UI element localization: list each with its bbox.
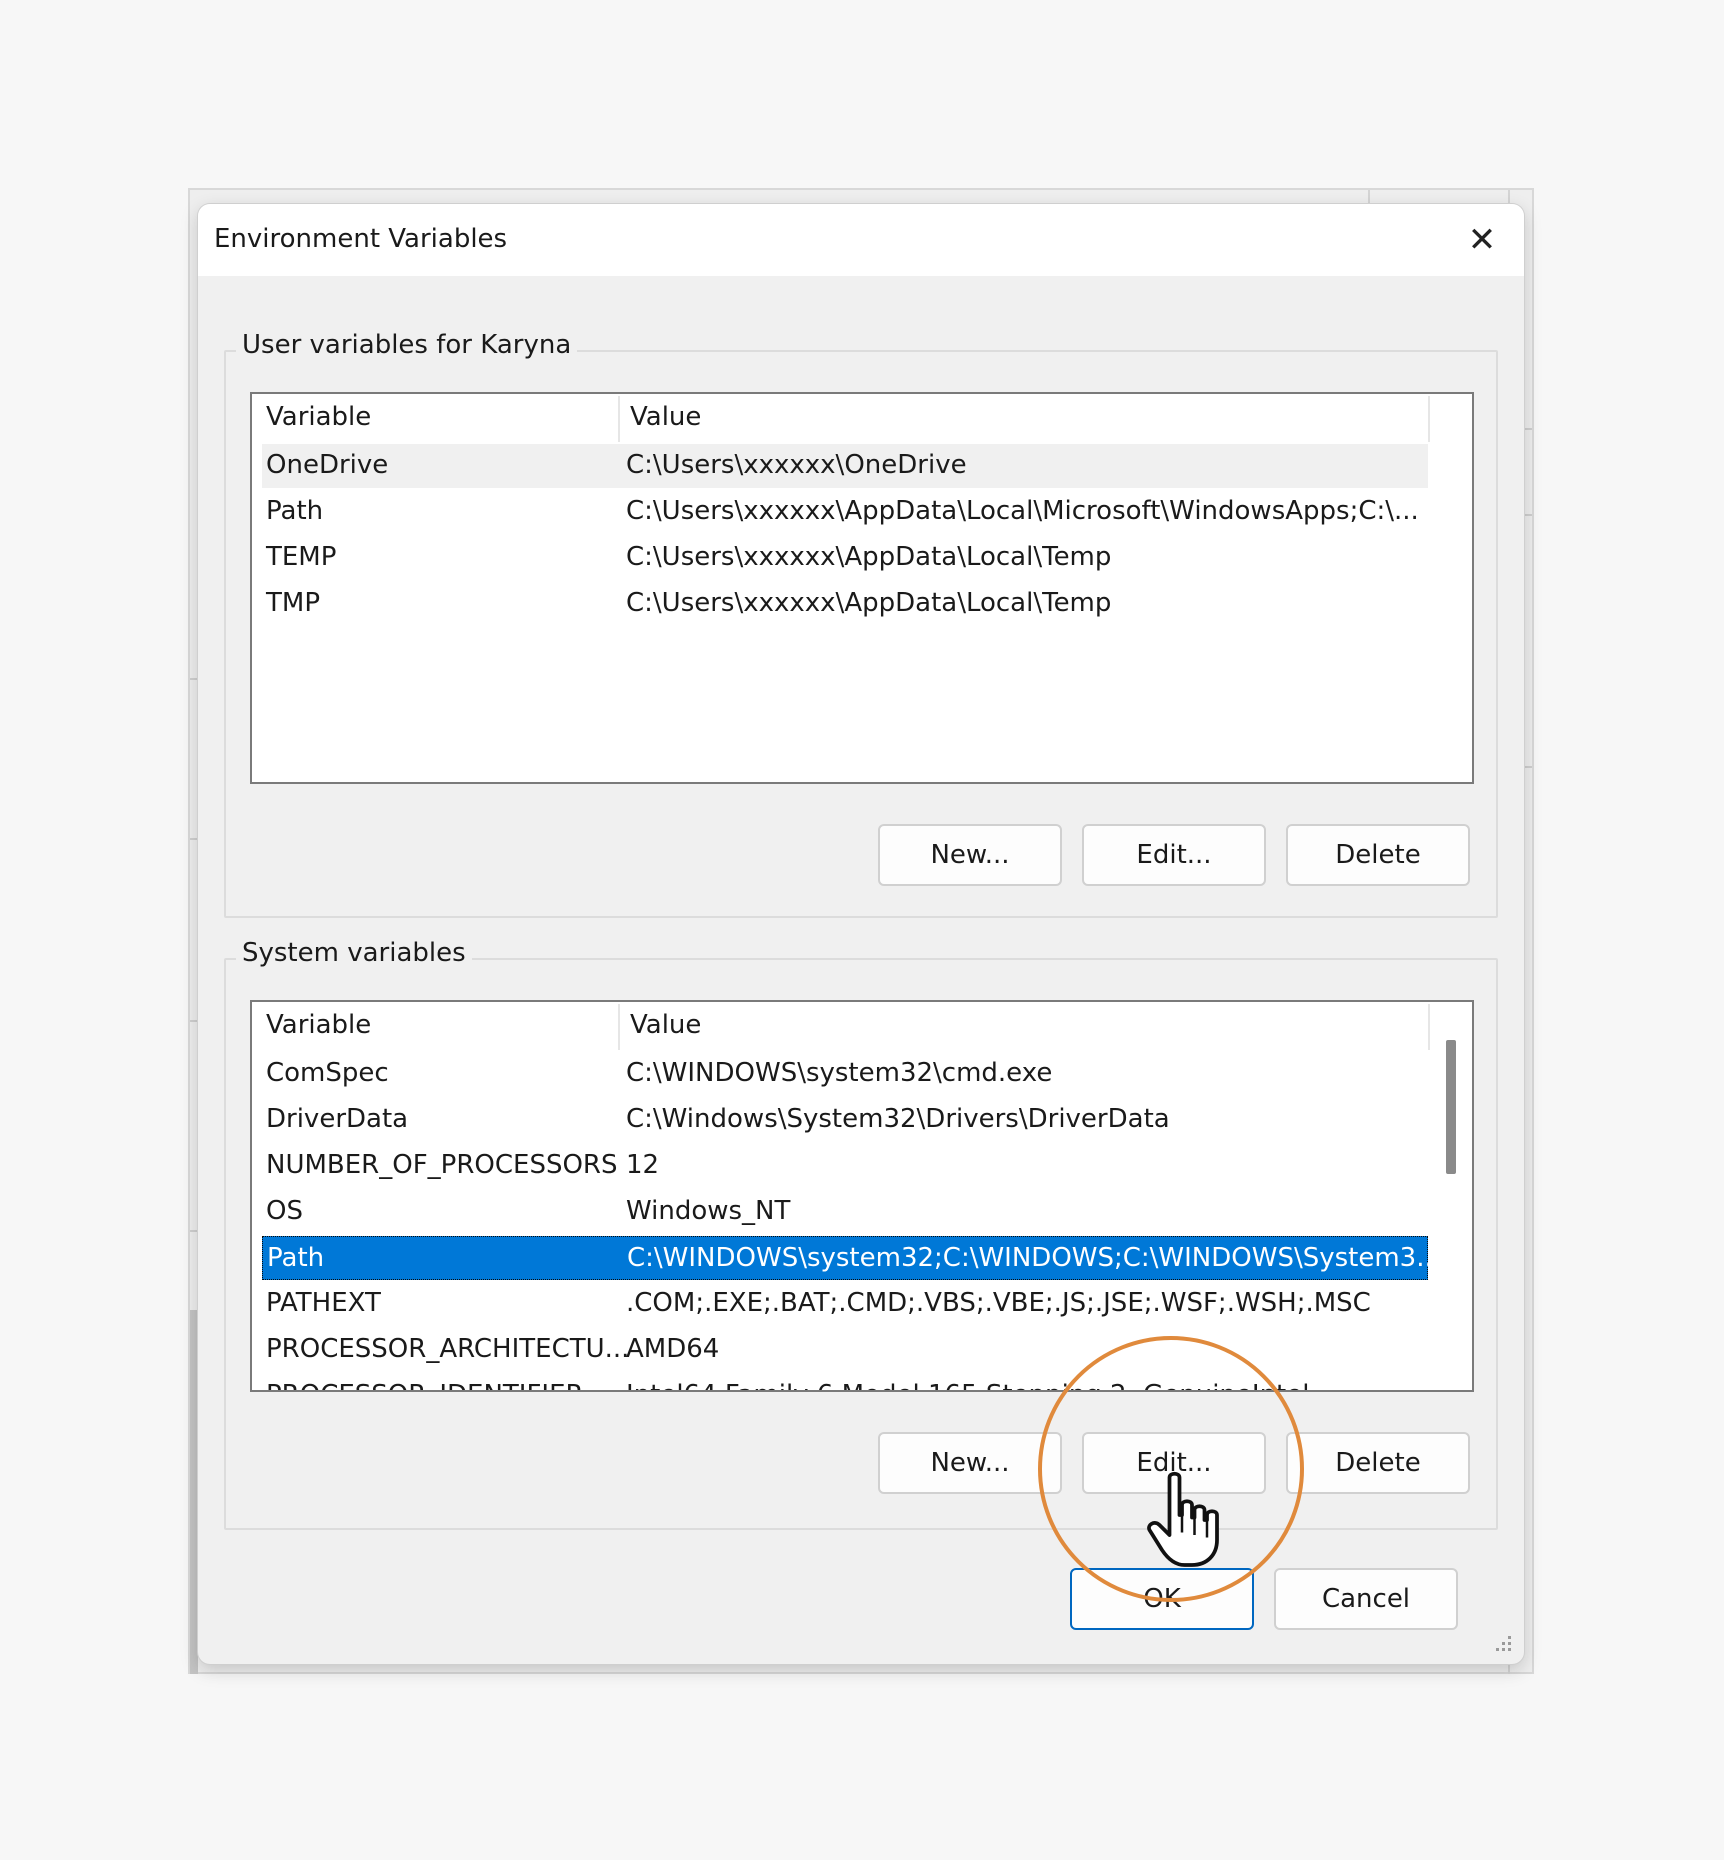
variable-value: 12 (626, 1150, 660, 1180)
screenshot-card: Environment Variables ✕ User variables f… (0, 0, 1724, 1860)
variable-name: OneDrive (266, 450, 389, 480)
resize-grip-icon[interactable] (1490, 1630, 1514, 1654)
vertical-scrollbar[interactable] (1442, 1008, 1458, 1326)
variable-value: C:\WINDOWS\system32;C:\WINDOWS;C:\WINDOW… (627, 1243, 1441, 1273)
environment-variables-dialog: Environment Variables ✕ User variables f… (198, 204, 1524, 1664)
column-header-variable[interactable]: Variable (266, 1010, 371, 1040)
variable-value: C:\Users\xxxxxx\AppData\Local\Temp (626, 542, 1112, 572)
variable-name: DriverData (266, 1104, 409, 1134)
variable-name: Path (266, 496, 324, 526)
user-delete-button[interactable]: Delete (1286, 824, 1470, 886)
background-divider (190, 1310, 198, 1674)
system-variables-list[interactable]: Variable Value ComSpec C:\WINDOWS\system… (250, 1000, 1474, 1392)
user-variables-label: User variables for Karyna (236, 330, 578, 360)
list-item[interactable]: OneDrive C:\Users\xxxxxx\OneDrive (262, 444, 1428, 488)
list-header: Variable Value (252, 394, 1472, 444)
variable-value: C:\Users\xxxxxx\OneDrive (626, 450, 967, 480)
dialog-title: Environment Variables (214, 224, 508, 254)
variable-value: C:\WINDOWS\system32\cmd.exe (626, 1058, 1053, 1088)
column-header-variable[interactable]: Variable (266, 402, 371, 432)
user-edit-button[interactable]: Edit... (1082, 824, 1266, 886)
close-icon[interactable]: ✕ (1460, 218, 1504, 262)
list-item[interactable]: TEMP C:\Users\xxxxxx\AppData\Local\Temp (262, 536, 1428, 580)
column-separator (618, 396, 620, 442)
system-new-button[interactable]: New... (878, 1432, 1062, 1494)
column-separator (1428, 396, 1430, 442)
scrollbar-thumb[interactable] (1446, 1040, 1456, 1174)
list-item[interactable]: Path C:\Users\xxxxxx\AppData\Local\Micro… (262, 490, 1428, 534)
list-item-selected[interactable]: Path C:\WINDOWS\system32;C:\WINDOWS;C:\W… (262, 1236, 1441, 1280)
variable-value: .COM;.EXE;.BAT;.CMD;.VBS;.VBE;.JS;.JSE;.… (626, 1288, 1371, 1318)
cancel-button[interactable]: Cancel (1274, 1568, 1458, 1630)
variable-value: AMD64 (626, 1334, 720, 1364)
list-item[interactable]: TMP C:\Users\xxxxxx\AppData\Local\Temp (262, 582, 1428, 626)
variable-value: C:\Users\xxxxxx\AppData\Local\Temp (626, 588, 1112, 618)
variable-name: TMP (266, 588, 320, 618)
list-item[interactable]: NUMBER_OF_PROCESSORS 12 (262, 1144, 1428, 1188)
variable-value: C:\Windows\System32\Drivers\DriverData (626, 1104, 1170, 1134)
list-item[interactable]: DriverData C:\Windows\System32\Drivers\D… (262, 1098, 1428, 1142)
user-new-button[interactable]: New... (878, 824, 1062, 886)
system-variables-label: System variables (236, 938, 472, 968)
title-bar: Environment Variables ✕ (198, 204, 1524, 276)
user-variables-list[interactable]: Variable Value OneDrive C:\Users\xxxxxx\… (250, 392, 1474, 784)
hand-pointer-cursor-icon (1147, 1471, 1219, 1567)
column-header-value[interactable]: Value (630, 1010, 701, 1040)
user-variables-group: User variables for Karyna Variable Value… (224, 330, 1498, 918)
variable-name: Path (267, 1243, 325, 1273)
list-item[interactable]: ComSpec C:\WINDOWS\system32\cmd.exe (262, 1052, 1428, 1096)
variable-name: TEMP (266, 542, 337, 572)
variable-name: OS (266, 1196, 303, 1226)
column-header-value[interactable]: Value (630, 402, 701, 432)
list-item[interactable]: OS Windows_NT (262, 1190, 1428, 1234)
system-variables-group: System variables Variable Value ComSpec … (224, 938, 1498, 1530)
variable-name: NUMBER_OF_PROCESSORS (266, 1150, 618, 1180)
column-separator (1428, 1004, 1430, 1050)
system-delete-button[interactable]: Delete (1286, 1432, 1470, 1494)
variable-value: Windows_NT (626, 1196, 791, 1226)
variable-name: PATHEXT (266, 1288, 381, 1318)
variable-name: PROCESSOR_IDENTIFIER (266, 1380, 584, 1390)
variable-name: ComSpec (266, 1058, 389, 1088)
list-item[interactable]: PATHEXT .COM;.EXE;.BAT;.CMD;.VBS;.VBE;.J… (262, 1282, 1428, 1326)
column-separator (618, 1004, 620, 1050)
variable-name: PROCESSOR_ARCHITECTU... (266, 1334, 630, 1364)
variable-value: C:\Users\xxxxxx\AppData\Local\Microsoft\… (626, 496, 1419, 526)
list-header: Variable Value (252, 1002, 1472, 1052)
